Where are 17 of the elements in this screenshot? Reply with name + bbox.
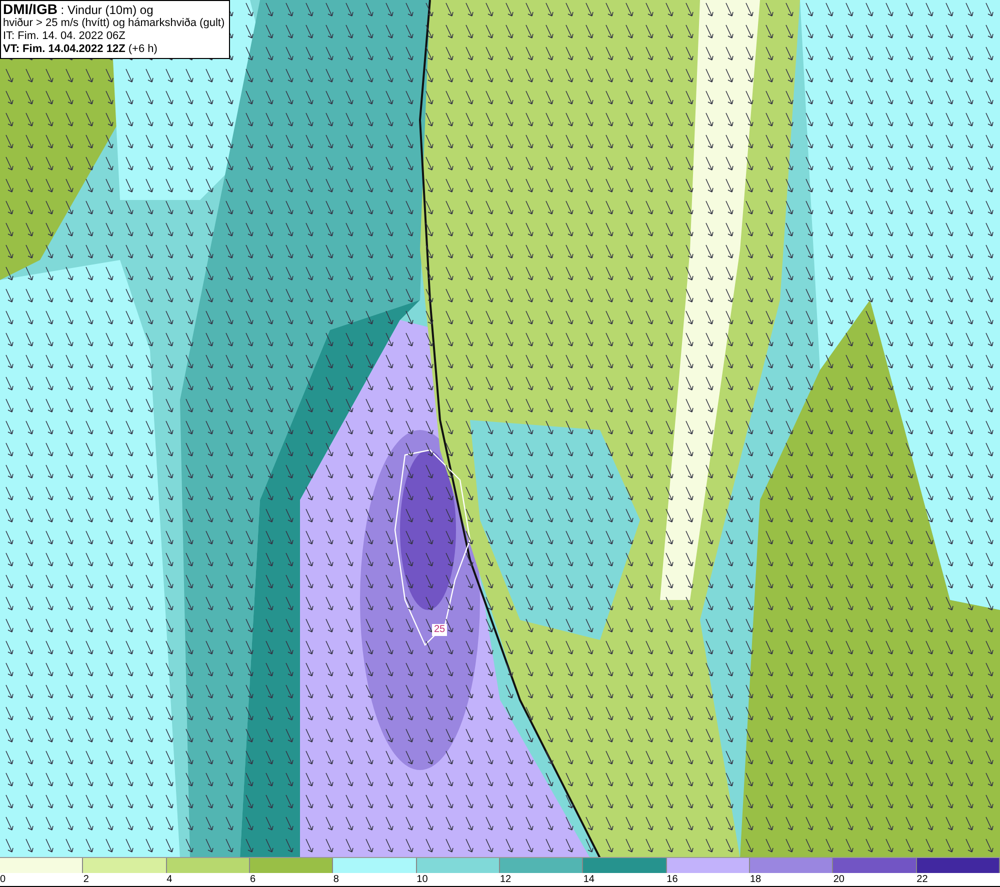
- legend-tick-label: 8: [333, 873, 339, 886]
- title-line: DMI/IGB : Vindur (10m) og: [3, 3, 154, 17]
- legend-tick-label: 6: [250, 873, 256, 886]
- legend-tick-label: 14: [583, 873, 594, 886]
- legend-tick-label: 2: [83, 873, 89, 886]
- legend-tick-label: 10: [416, 873, 428, 886]
- legend-tick-label: 18: [750, 873, 762, 886]
- legend-tick-label: 0: [0, 873, 6, 886]
- contour-label: 25: [432, 624, 448, 636]
- title-line: VT: Fim. 14.04.2022 12Z (+6 h): [3, 43, 158, 56]
- title-line: IT: Fim. 14. 04. 2022 06Z: [3, 30, 126, 43]
- legend-tick-label: 12: [500, 873, 512, 886]
- legend-tick-label: 20: [833, 873, 844, 886]
- legend-tick-label: 22: [916, 873, 928, 886]
- legend-tick-label: 4: [166, 873, 172, 886]
- legend-tick-label: 16: [666, 873, 678, 886]
- title-line: hviður > 25 m/s (hvítt) og hámarkshviða (gult): [3, 17, 225, 30]
